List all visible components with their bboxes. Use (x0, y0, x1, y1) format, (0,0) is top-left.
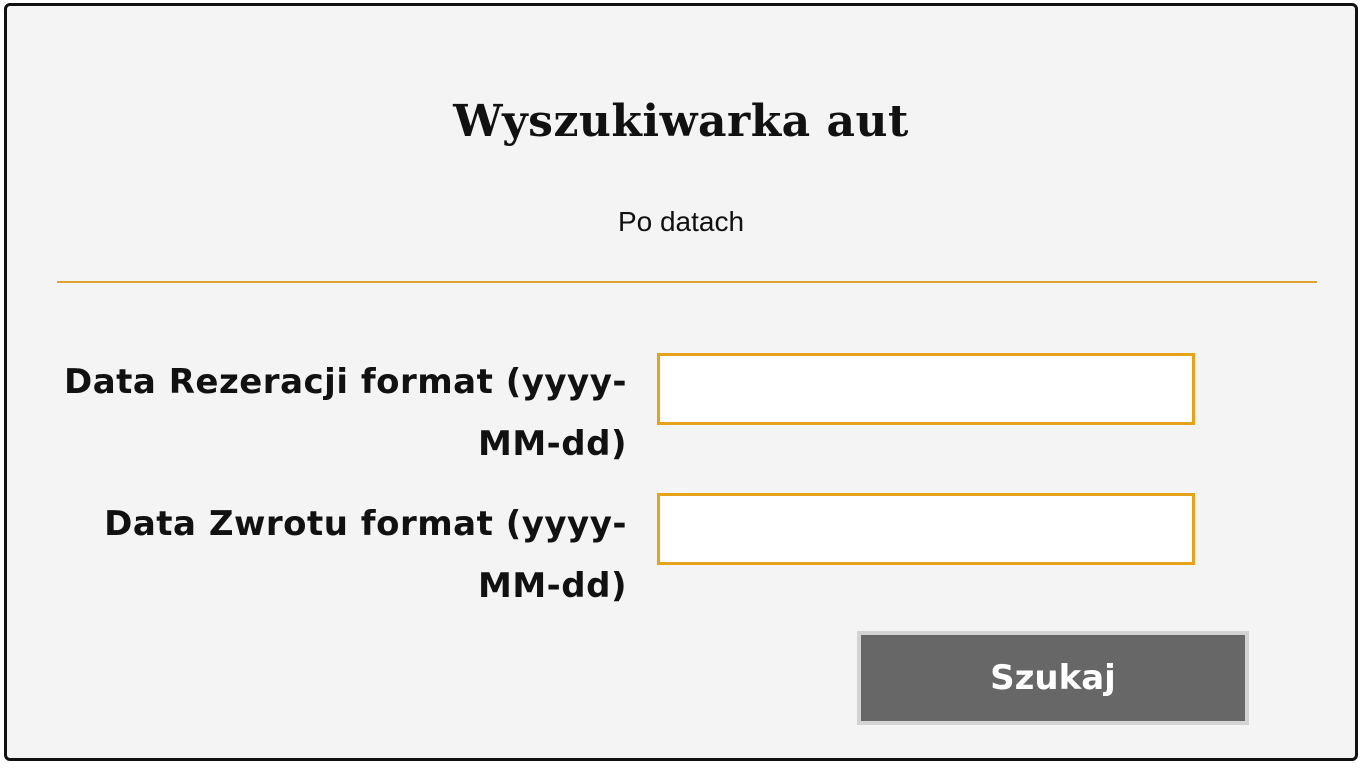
reservation-date-input[interactable] (657, 353, 1195, 425)
divider (57, 281, 1317, 283)
return-date-label: Data Zwrotu format (yyyy-MM-dd) (104, 504, 627, 606)
search-button[interactable]: Szukaj (857, 631, 1249, 725)
page-subtitle: Po datach (617, 206, 745, 237)
search-panel: Wyszukiwarka aut Po datach Data Rezeracj… (4, 3, 1358, 761)
reservation-date-label: Data Rezeracji format (yyyy-MM-dd) (64, 362, 627, 464)
return-date-input[interactable] (657, 493, 1195, 565)
page-title: Wyszukiwarka aut (453, 96, 909, 147)
